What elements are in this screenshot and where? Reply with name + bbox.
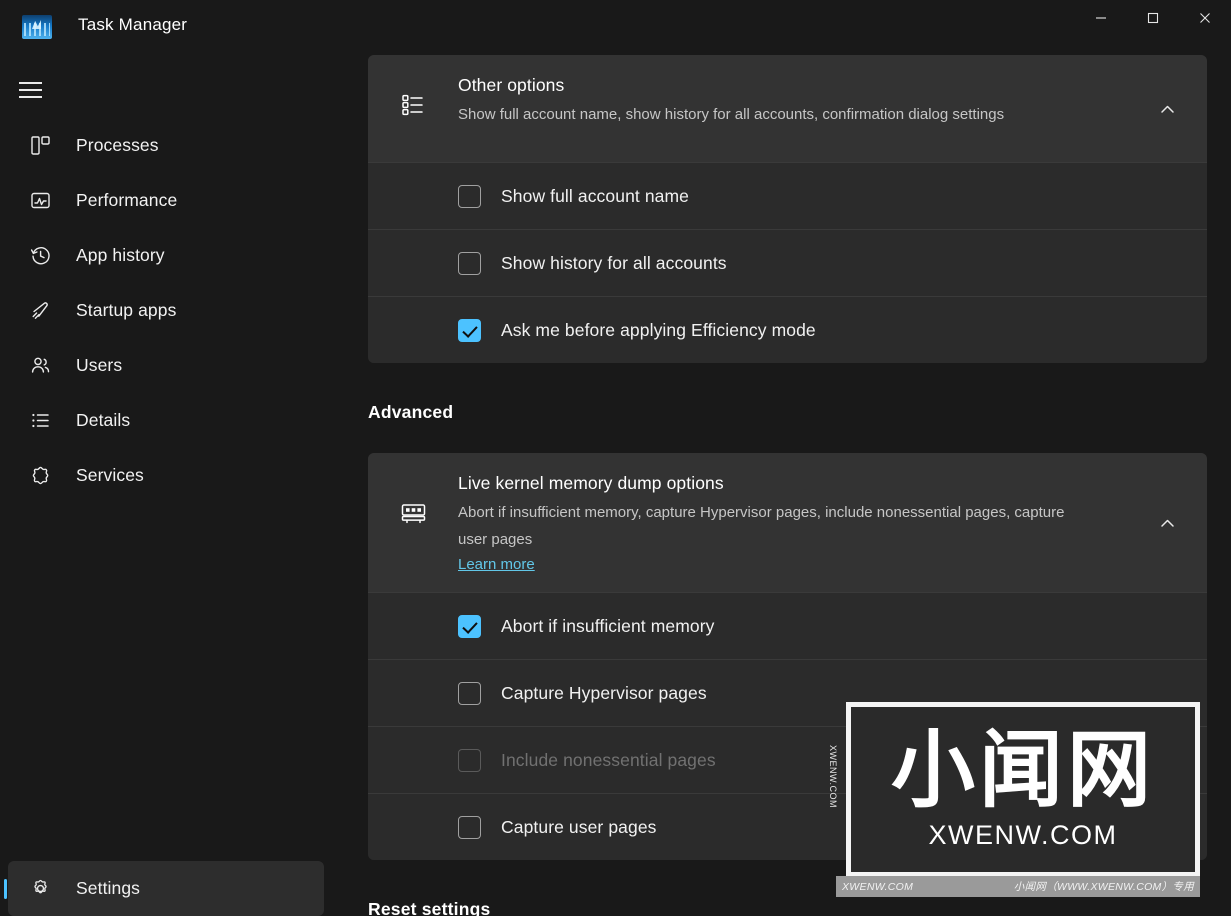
chevron-up-icon[interactable] xyxy=(1143,471,1191,532)
live-kernel-title: Live kernel memory dump options xyxy=(458,473,724,493)
checkbox[interactable] xyxy=(458,815,481,839)
bulleted-list-icon xyxy=(390,73,436,119)
live-kernel-description: Abort if insufficient memory, capture Hy… xyxy=(458,504,1065,548)
watermark-footer-right: 小闻网（WWW.XWENW.COM）专用 xyxy=(1013,881,1194,893)
watermark-logo: 小闻网 XWENW.COM xyxy=(846,702,1200,877)
checkbox-label: Ask me before applying Efficiency mode xyxy=(501,319,816,340)
other-options-description: Show full account name, show history for… xyxy=(458,106,1005,123)
task-manager-window: Task Manager Processes Performance App h… xyxy=(0,0,1231,916)
hamburger-icon[interactable] xyxy=(0,68,60,112)
task-manager-icon xyxy=(22,15,52,39)
sidebar-item-processes[interactable]: Processes xyxy=(8,118,324,173)
history-clock-icon xyxy=(30,245,62,266)
sidebar-item-label: Startup apps xyxy=(76,300,177,320)
users-icon xyxy=(30,355,62,376)
checkbox[interactable] xyxy=(458,184,481,208)
startup-rocket-icon xyxy=(30,300,62,321)
sidebar-item-label: Settings xyxy=(76,878,141,898)
learn-more-link[interactable]: Learn more xyxy=(458,556,535,573)
watermark-footer-left: XWENW.COM xyxy=(842,880,914,893)
checkbox-label: Abort if insufficient memory xyxy=(501,615,715,636)
sidebar-item-label: Services xyxy=(76,465,144,485)
checkbox-label: Show history for all accounts xyxy=(501,252,727,273)
window-controls xyxy=(1075,0,1231,36)
sidebar-item-startup-apps[interactable]: Startup apps xyxy=(8,283,324,338)
checkbox-label: Include nonessential pages xyxy=(501,749,716,770)
other-options-title: Other options xyxy=(458,75,565,95)
other-options-card: Other options Show full account name, sh… xyxy=(368,55,1207,363)
other-options-text: Other options Show full account name, sh… xyxy=(436,73,1143,129)
checkbox-row-show-full-account-name[interactable]: Show full account name xyxy=(368,162,1207,229)
advanced-heading: Advanced xyxy=(368,402,454,422)
sidebar-item-performance[interactable]: Performance xyxy=(8,173,324,228)
maximize-button[interactable] xyxy=(1127,0,1179,36)
details-list-icon xyxy=(30,410,62,431)
sidebar-footer: Settings xyxy=(0,861,332,916)
watermark-footer: XWENW.COM 小闻网（WWW.XWENW.COM）专用 xyxy=(836,876,1200,897)
sidebar-item-label: Processes xyxy=(76,135,159,155)
reset-settings-heading: Reset settings xyxy=(368,899,491,916)
watermark-cjk-text: 小闻网 xyxy=(890,721,1155,819)
memory-ram-icon xyxy=(390,471,436,526)
sidebar-item-users[interactable]: Users xyxy=(8,338,324,393)
page-title: Task Manager xyxy=(78,15,188,34)
title-bar: Task Manager xyxy=(0,0,1231,52)
sidebar-nav: Processes Performance App history Startu… xyxy=(0,118,332,503)
checkbox[interactable] xyxy=(458,251,481,275)
sidebar-item-services[interactable]: Services xyxy=(8,448,324,503)
sidebar-item-label: Users xyxy=(76,355,123,375)
sidebar-item-label: Details xyxy=(76,410,131,430)
checkbox xyxy=(458,748,481,772)
checkbox-label: Capture Hypervisor pages xyxy=(501,682,707,703)
live-kernel-expander-header[interactable]: Live kernel memory dump options Abort if… xyxy=(368,453,1207,593)
processes-icon xyxy=(30,135,62,156)
sidebar: Processes Performance App history Startu… xyxy=(0,52,332,916)
performance-icon xyxy=(30,190,62,211)
minimize-button[interactable] xyxy=(1075,0,1127,36)
selection-indicator xyxy=(4,878,7,899)
checkbox-row-ask-before-efficiency-mode[interactable]: Ask me before applying Efficiency mode xyxy=(368,296,1207,363)
checkbox[interactable] xyxy=(458,681,481,705)
gear-icon xyxy=(30,878,62,899)
sidebar-item-label: App history xyxy=(76,245,165,265)
checkbox-row-show-history-for-all-accounts[interactable]: Show history for all accounts xyxy=(368,229,1207,296)
checkbox-label: Capture user pages xyxy=(501,816,657,837)
sidebar-item-app-history[interactable]: App history xyxy=(8,228,324,283)
watermark-side-text: XWENW.COM xyxy=(828,745,838,808)
services-gear-icon xyxy=(30,465,62,486)
sidebar-item-details[interactable]: Details xyxy=(8,393,324,448)
watermark-domain-text: XWENW.COM xyxy=(928,820,1118,850)
close-button[interactable] xyxy=(1179,0,1231,36)
checkbox[interactable] xyxy=(458,614,481,638)
chevron-up-icon[interactable] xyxy=(1143,73,1191,118)
checkbox[interactable] xyxy=(458,318,481,342)
other-options-expander-header[interactable]: Other options Show full account name, sh… xyxy=(368,55,1207,162)
live-kernel-text: Live kernel memory dump options Abort if… xyxy=(436,471,1143,574)
checkbox-row-abort-if-insufficient-memory[interactable]: Abort if insufficient memory xyxy=(368,592,1207,660)
sidebar-item-settings[interactable]: Settings xyxy=(4,861,324,916)
sidebar-item-label: Performance xyxy=(76,190,178,210)
checkbox-label: Show full account name xyxy=(501,185,690,206)
